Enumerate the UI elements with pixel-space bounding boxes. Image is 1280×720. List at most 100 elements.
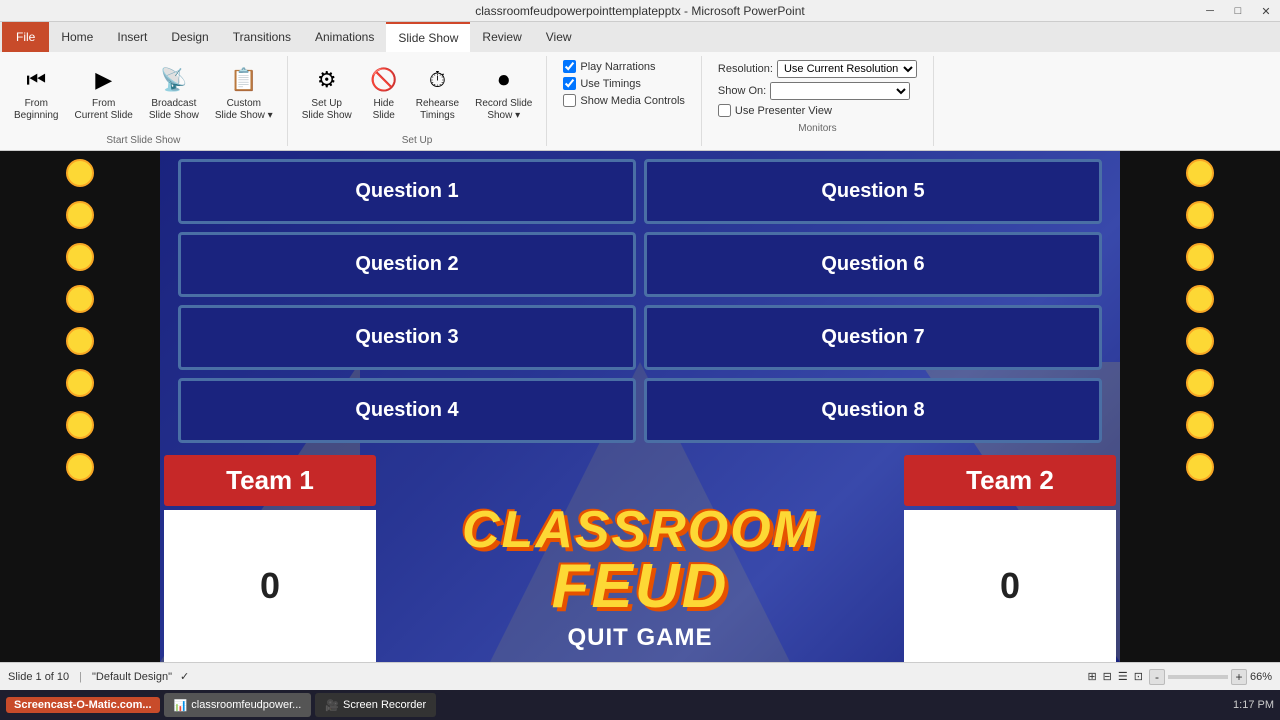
hide-slide-button[interactable]: 🚫 HideSlide xyxy=(362,60,406,126)
right-decoration xyxy=(1120,151,1280,662)
decoration-circle xyxy=(66,453,94,481)
monitors-group-label: Monitors xyxy=(798,123,836,134)
maximize-button[interactable]: □ xyxy=(1224,0,1252,22)
setup-icon: ⚙ xyxy=(311,64,343,96)
decoration-circle xyxy=(1186,285,1214,313)
team1-score: 0 xyxy=(164,510,376,662)
tab-design[interactable]: Design xyxy=(159,22,220,52)
monitors-settings: Resolution: Use Current Resolution Show … xyxy=(710,56,925,121)
taskbar-screenrecorder-app[interactable]: 🎥 Screen Recorder xyxy=(315,693,436,717)
decoration-circle xyxy=(1186,453,1214,481)
center-logo: CLASSROOM FEUD QUIT GAME xyxy=(380,451,900,662)
play-narrations-checkbox[interactable]: Play Narrations xyxy=(563,60,685,73)
taskbar-powerpoint-app[interactable]: 📊 classroomfeudpower... xyxy=(164,693,312,717)
record-slideshow-button[interactable]: ⏺ Record SlideShow ▾ xyxy=(469,60,538,126)
show-media-controls-checkbox[interactable]: Show Media Controls xyxy=(563,94,685,107)
question-btn-7[interactable]: Question 7 xyxy=(644,305,1102,370)
zoom-icon-list[interactable]: ☰ xyxy=(1118,670,1128,683)
rehearse-timings-button[interactable]: ⏱ RehearseTimings xyxy=(410,60,465,126)
tab-file[interactable]: File xyxy=(2,22,49,52)
screen-recorder-icon: 🎥 xyxy=(325,699,339,712)
question-btn-1[interactable]: Question 1 xyxy=(178,159,636,224)
feud-text: FEUD xyxy=(552,556,729,618)
screencast-brand[interactable]: Screencast-O-Matic.com... xyxy=(6,697,160,713)
decoration-circle xyxy=(66,327,94,355)
hide-slide-label: HideSlide xyxy=(373,98,395,122)
custom-slideshow-label: CustomSlide Show ▾ xyxy=(215,98,273,122)
taskbar: Screencast-O-Matic.com... 📊 classroomfeu… xyxy=(0,690,1280,720)
question-btn-5[interactable]: Question 5 xyxy=(644,159,1102,224)
decoration-circle xyxy=(66,285,94,313)
resolution-select[interactable]: Use Current Resolution xyxy=(777,60,917,78)
record-label: Record SlideShow ▾ xyxy=(475,98,532,122)
setup-slideshow-button[interactable]: ⚙ Set UpSlide Show xyxy=(296,60,358,126)
zoom-icon-grid[interactable]: ⊟ xyxy=(1103,670,1112,683)
zoom-out-button[interactable]: - xyxy=(1149,669,1165,685)
decoration-circle xyxy=(1186,201,1214,229)
broadcast-button[interactable]: 📡 BroadcastSlide Show xyxy=(143,60,205,126)
zoom-icon-normal[interactable]: ⊡ xyxy=(1134,670,1143,683)
play-from-beginning-icon: ⏮ xyxy=(20,64,52,96)
question-btn-3[interactable]: Question 3 xyxy=(178,305,636,370)
tab-slideshow[interactable]: Slide Show xyxy=(386,22,470,52)
spellcheck-icon: ✓ xyxy=(180,670,189,683)
zoom-level: 66% xyxy=(1250,671,1272,683)
decoration-circle xyxy=(66,411,94,439)
ribbon-content: ⏮ FromBeginning ▶ FromCurrent Slide 📡 Br… xyxy=(0,52,1280,150)
presenter-view-input[interactable] xyxy=(718,104,731,117)
play-narrations-label: Play Narrations xyxy=(580,61,655,73)
zoom-control: - + 66% xyxy=(1149,669,1272,685)
show-on-select[interactable] xyxy=(770,82,910,100)
from-beginning-button[interactable]: ⏮ FromBeginning xyxy=(8,60,64,126)
question-btn-4[interactable]: Question 4 xyxy=(178,378,636,443)
tab-transitions[interactable]: Transitions xyxy=(221,22,303,52)
broadcast-icon: 📡 xyxy=(158,64,190,96)
question-btn-8[interactable]: Question 8 xyxy=(644,378,1102,443)
tab-insert[interactable]: Insert xyxy=(105,22,159,52)
presenter-view-checkbox[interactable]: Use Presenter View xyxy=(718,104,917,117)
show-media-input[interactable] xyxy=(563,94,576,107)
play-narrations-input[interactable] xyxy=(563,60,576,73)
team1-panel: Team 1 0 xyxy=(160,451,380,662)
decoration-circle xyxy=(66,243,94,271)
custom-slideshow-button[interactable]: 📋 CustomSlide Show ▾ xyxy=(209,60,279,126)
resolution-row: Resolution: Use Current Resolution xyxy=(718,60,917,78)
status-sep1: | xyxy=(79,671,82,683)
record-icon: ⏺ xyxy=(488,64,520,96)
theme-name: "Default Design" xyxy=(92,671,172,683)
zoom-slider[interactable] xyxy=(1168,675,1228,679)
from-current-slide-button[interactable]: ▶ FromCurrent Slide xyxy=(68,60,138,126)
setup-label: Set UpSlide Show xyxy=(302,98,352,122)
from-beginning-label: FromBeginning xyxy=(14,98,58,122)
zoom-icon-fit[interactable]: ⊞ xyxy=(1087,670,1096,683)
use-timings-input[interactable] xyxy=(563,77,576,90)
tab-animations[interactable]: Animations xyxy=(303,22,386,52)
quit-game-button[interactable]: QUIT GAME xyxy=(548,618,733,658)
tab-view[interactable]: View xyxy=(534,22,584,52)
tab-home[interactable]: Home xyxy=(49,22,105,52)
app-window: classroomfeudpowerpointtemplatepptx - Mi… xyxy=(0,0,1280,720)
from-current-label: FromCurrent Slide xyxy=(74,98,132,122)
question-btn-2[interactable]: Question 2 xyxy=(178,232,636,297)
decoration-circle xyxy=(66,201,94,229)
window-title: classroomfeudpowerpointtemplatepptx - Mi… xyxy=(475,4,804,18)
decoration-circle xyxy=(66,369,94,397)
show-media-label: Show Media Controls xyxy=(580,95,685,107)
ribbon-group-setup: ⚙ Set UpSlide Show 🚫 HideSlide ⏱ Rehears… xyxy=(288,56,548,146)
tab-review[interactable]: Review xyxy=(470,22,533,52)
use-timings-checkbox[interactable]: Use Timings xyxy=(563,77,685,90)
question-grid: Question 1 Question 5 Question 2 Questio… xyxy=(160,151,1120,451)
team2-label: Team 2 xyxy=(904,455,1116,506)
use-timings-label: Use Timings xyxy=(580,78,641,90)
classroom-text: CLASSROOM xyxy=(462,504,818,556)
rehearse-label: RehearseTimings xyxy=(416,98,459,122)
question-btn-6[interactable]: Question 6 xyxy=(644,232,1102,297)
hide-slide-icon: 🚫 xyxy=(368,64,400,96)
zoom-in-button[interactable]: + xyxy=(1231,669,1247,685)
minimize-button[interactable]: ─ xyxy=(1196,0,1224,22)
powerpoint-app-label: classroomfeudpower... xyxy=(191,699,301,711)
ribbon-tabs: File Home Insert Design Transitions Anim… xyxy=(0,22,1280,52)
close-button[interactable]: ✕ xyxy=(1252,0,1280,22)
broadcast-label: BroadcastSlide Show xyxy=(149,98,199,122)
ribbon-group-start-slideshow: ⏮ FromBeginning ▶ FromCurrent Slide 📡 Br… xyxy=(0,56,288,146)
